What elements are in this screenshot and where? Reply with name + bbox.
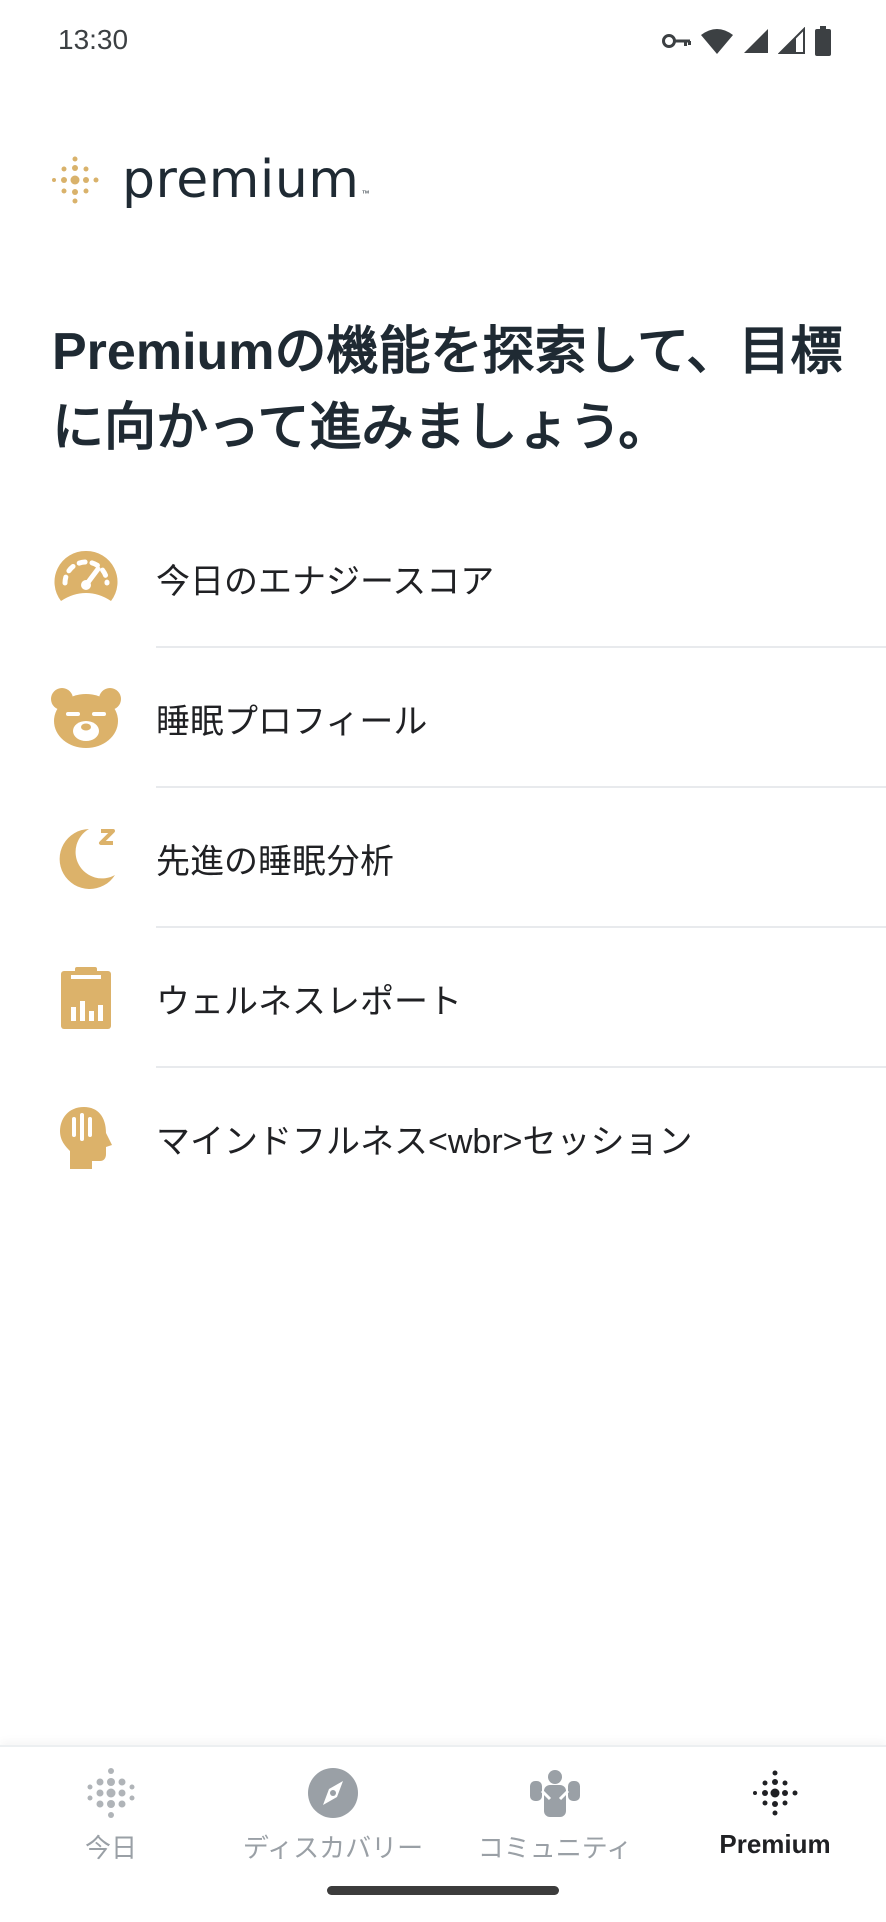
signal-icon — [744, 29, 768, 53]
feature-label: ウェルネスレポート — [156, 982, 462, 1021]
logo-text: premium — [122, 150, 360, 210]
logo-trademark: ™ — [361, 189, 370, 198]
battery-icon — [815, 26, 831, 56]
moon-zzz-icon — [50, 822, 122, 894]
feature-label: 睡眠プロフィール — [156, 702, 428, 741]
compass-icon — [307, 1765, 359, 1820]
bottom-navigation: 今日 ディスカバリー コミュニティ Premium — [0, 1745, 886, 1922]
feature-item-advanced-sleep[interactable]: 先進の睡眠分析 — [0, 788, 886, 928]
fitbit-dots-icon — [85, 1765, 137, 1820]
nav-label: 今日 — [84, 1833, 137, 1863]
nav-label: コミュニティ — [477, 1833, 633, 1863]
feature-item-wellness-report[interactable]: ウェルネスレポート — [0, 928, 886, 1068]
feature-item-mindfulness[interactable]: マインドフルネス<wbr>セッション — [0, 1068, 886, 1208]
page-title: Premiumの機能を探索して、目標に向かって進みましょう。 — [52, 323, 843, 457]
feature-item-sleep-profile[interactable]: 睡眠プロフィール — [0, 648, 886, 788]
status-icons — [662, 24, 832, 58]
feature-label: 今日のエナジースコア — [156, 562, 495, 601]
nav-tab-today[interactable]: 今日 — [0, 1765, 222, 1865]
nav-label: ディスカバリー — [242, 1833, 424, 1863]
mindful-head-icon — [50, 1102, 122, 1174]
home-indicator[interactable] — [327, 1886, 559, 1895]
feature-label: 先進の睡眠分析 — [156, 842, 394, 881]
feature-list: 今日のエナジースコア 睡眠プロフィール 先進の睡眠分析 ウェルネスレポート マイ… — [0, 508, 886, 1208]
status-time: 13:30 — [58, 24, 129, 55]
clipboard-chart-icon — [50, 962, 122, 1034]
community-icon — [528, 1765, 582, 1820]
signal-icon — [778, 27, 805, 54]
nav-tab-premium[interactable]: Premium — [664, 1765, 886, 1865]
premium-logo: premium ™ — [50, 150, 369, 210]
vpn-key-icon — [662, 34, 691, 48]
feature-label: マインドフルネス<wbr>セッション — [156, 1122, 693, 1161]
nav-tab-community[interactable]: コミュニティ — [444, 1765, 666, 1865]
premium-dots-icon — [52, 156, 99, 204]
nav-tab-discovery[interactable]: ディスカバリー — [222, 1765, 444, 1865]
bear-icon — [50, 682, 122, 754]
status-bar: 13:30 — [0, 0, 886, 80]
wifi-icon — [701, 29, 733, 54]
nav-label: Premium — [719, 1829, 831, 1859]
gauge-icon — [50, 542, 122, 614]
feature-item-energy-score[interactable]: 今日のエナジースコア — [0, 508, 886, 648]
premium-dots-icon — [751, 1765, 799, 1821]
